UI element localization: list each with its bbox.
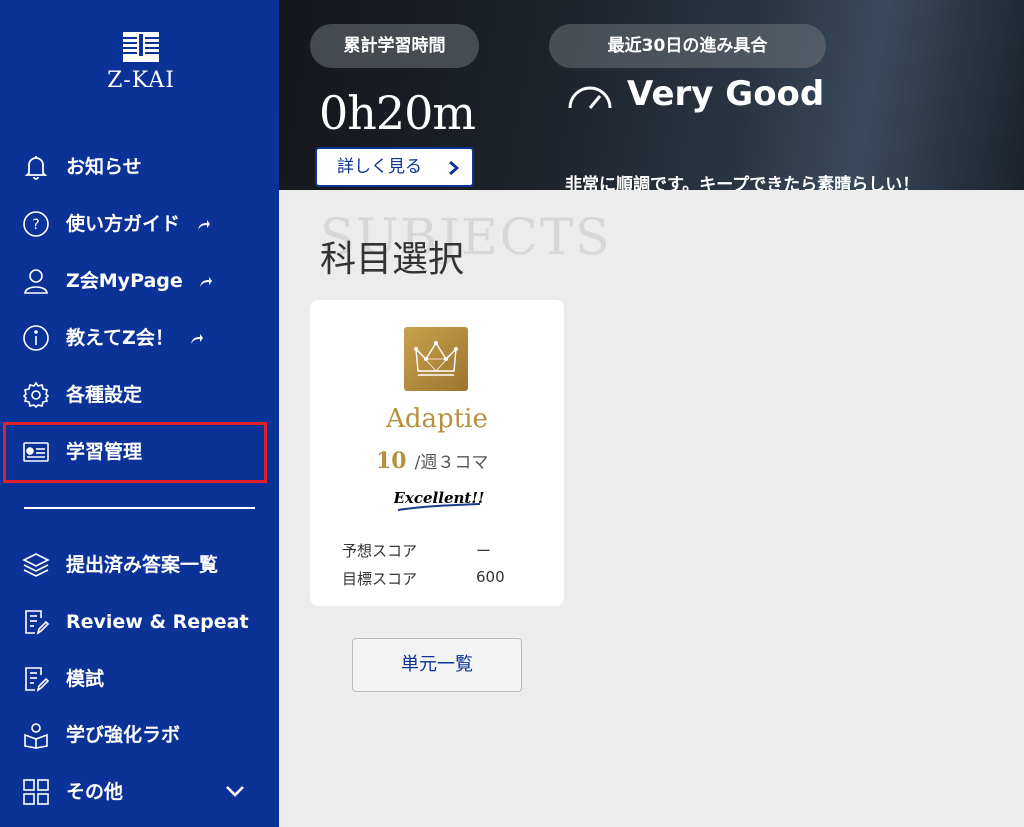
crown-icon: [404, 327, 468, 391]
zkai-logo[interactable]: Z-KAI: [96, 30, 186, 93]
grid-icon: [22, 778, 50, 806]
score-value: 600: [476, 568, 505, 586]
sidebar-item-label: 使い方ガイド: [66, 204, 211, 244]
chevron-right-icon: [449, 160, 460, 176]
sidebar-item-guide[interactable]: ? 使い方ガイド: [0, 204, 279, 244]
sidebar-item-mypage[interactable]: Z会MyPage: [0, 261, 279, 301]
sidebar-item-learning-lab[interactable]: 学び強化ラボ: [0, 715, 279, 755]
sidebar-item-label: お知らせ: [66, 156, 142, 178]
sidebar: Z-KAI お知らせ ? 使い方ガイド Z会MyPage 教えてZ会！ 各種設定…: [0, 0, 279, 827]
gear-icon: [22, 381, 50, 409]
help-circle-icon: ?: [22, 210, 50, 238]
logo-text: Z-KAI: [107, 68, 175, 93]
bell-icon: [22, 153, 50, 181]
external-link-icon: [200, 276, 213, 287]
view-details-button[interactable]: 詳しく見る: [315, 147, 474, 187]
sidebar-item-notifications[interactable]: お知らせ: [0, 147, 279, 187]
subject-name: Adaptie: [386, 404, 488, 434]
sidebar-item-label: その他: [66, 781, 124, 803]
sidebar-item-label: Z会MyPage: [66, 261, 213, 301]
speedometer-icon: [568, 86, 612, 109]
external-link-icon: [191, 333, 204, 344]
user-icon: [22, 267, 50, 295]
section-title: 科目選択: [320, 239, 465, 280]
subject-card-adaptie[interactable]: Adaptie 10/週３コマ Excellent!! 予想スコア ー 目標スコ…: [310, 300, 564, 606]
sidebar-item-label: 教えてZ会！: [66, 318, 204, 358]
notebook-pen-icon: [22, 608, 50, 636]
score-label: 予想スコア: [342, 542, 418, 560]
score-label: 目標スコア: [342, 570, 418, 588]
hero-banner: 累計学習時間 最近30日の進み具合 0h20m 詳しく見る Very Good …: [279, 0, 1024, 190]
sidebar-item-settings[interactable]: 各種設定: [0, 375, 279, 415]
sidebar-item-label: 模試: [66, 668, 105, 690]
recent-progress-label: 最近30日の進み具合: [549, 24, 826, 68]
svg-text:?: ?: [32, 217, 39, 233]
notebook-pen-icon: [22, 665, 50, 693]
info-circle-icon: [22, 324, 50, 352]
sidebar-item-label: 学び強化ラボ: [66, 724, 181, 746]
reader-icon: [22, 721, 50, 749]
total-study-time-value: 0h20m: [319, 86, 476, 140]
sidebar-item-mock-exam[interactable]: 模試: [0, 659, 279, 699]
sidebar-divider: [24, 507, 255, 509]
external-link-icon: [197, 219, 210, 230]
total-study-time-label: 累計学習時間: [310, 24, 479, 68]
sidebar-item-ask-zkai[interactable]: 教えてZ会！: [0, 318, 279, 358]
score-value: ー: [476, 542, 492, 560]
sidebar-item-label: 各種設定: [66, 384, 143, 406]
predicted-score-row: 予想スコア ー: [342, 540, 491, 561]
sidebar-item-review-repeat[interactable]: Review & Repeat: [0, 602, 279, 642]
progress-status: Very Good: [627, 74, 825, 114]
progress-comment: 非常に順調です。キープできたら素晴らしい！: [565, 175, 920, 190]
layers-icon: [22, 551, 50, 579]
target-score-row: 目標スコア 600: [342, 568, 505, 589]
zkai-logo-icon: [123, 32, 159, 62]
sidebar-item-submitted-answers[interactable]: 提出済み答案一覧: [0, 545, 279, 585]
weekly-progress: 10/週３コマ: [376, 448, 488, 474]
excellent-badge: Excellent!!: [394, 489, 484, 511]
weekly-count: 10: [376, 448, 407, 474]
chevron-down-icon[interactable]: [224, 780, 246, 802]
sidebar-item-label: 提出済み答案一覧: [66, 554, 219, 576]
highlight-frame: [3, 422, 267, 483]
unit-list-button[interactable]: 単元一覧: [352, 638, 522, 692]
sidebar-item-label: Review & Repeat: [66, 611, 249, 633]
weekly-unit: /週３コマ: [414, 453, 489, 473]
